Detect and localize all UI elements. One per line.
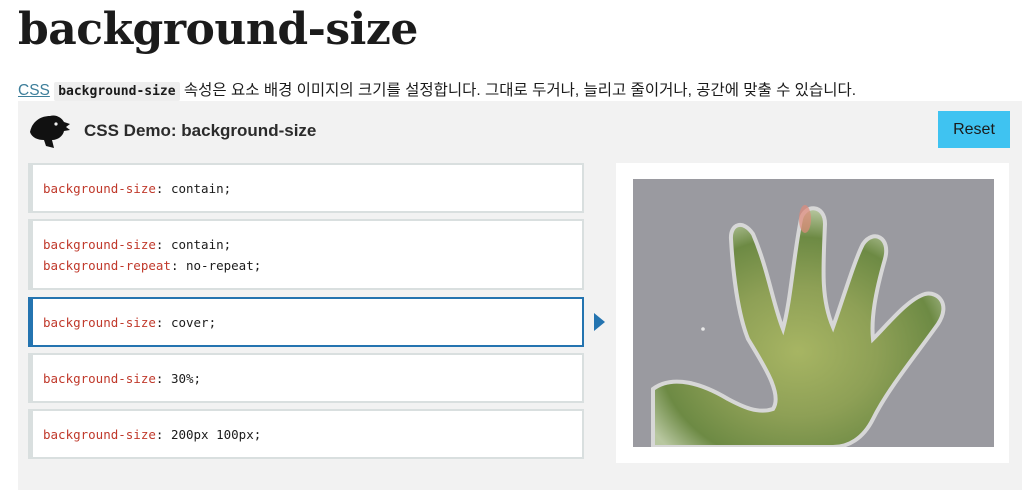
- css-choice-2[interactable]: background-size: contain; background-repe…: [28, 219, 584, 290]
- inline-code: background-size: [54, 82, 180, 101]
- code-line: background-size: cover;: [43, 312, 582, 333]
- css-value: : 200px 100px;: [155, 426, 262, 442]
- css-link[interactable]: CSS: [18, 82, 50, 99]
- hand-cutout-image: [633, 179, 994, 447]
- code-line: background-size: 200px 100px;: [43, 424, 582, 445]
- css-property: background-size: [43, 236, 156, 252]
- css-value: : 30%;: [155, 370, 202, 386]
- css-value: : contain;: [155, 236, 232, 252]
- interactive-demo: CSS Demo: background-size Reset backgrou…: [18, 101, 1022, 490]
- css-property: background-size: [43, 426, 156, 442]
- css-property: background-repeat: [43, 257, 171, 273]
- css-value: : no-repeat;: [170, 257, 262, 273]
- css-property: background-size: [43, 370, 156, 386]
- css-choice-1[interactable]: background-size: contain;: [28, 163, 584, 213]
- css-choice-4[interactable]: background-size: 30%;: [28, 353, 584, 403]
- css-choice-3[interactable]: background-size: cover;: [28, 297, 584, 347]
- css-property: background-size: [43, 180, 156, 196]
- code-line: background-size: 30%;: [43, 368, 582, 389]
- css-value: : contain;: [155, 180, 232, 196]
- dinosaur-head-icon: [30, 115, 70, 148]
- demo-header: CSS Demo: background-size: [28, 111, 316, 151]
- page-title: background-size: [18, 4, 418, 55]
- intro-text: 속성은 요소 배경 이미지의 크기를 설정합니다. 그대로 두거나, 늘리고 줄…: [179, 82, 857, 99]
- intro-paragraph: CSS background-size 속성은 요소 배경 이미지의 크기를 설…: [18, 78, 857, 101]
- output-panel: [616, 163, 1009, 463]
- demo-title: CSS Demo: background-size: [84, 121, 317, 140]
- code-line: background-size: contain;: [43, 178, 582, 199]
- code-line: background-repeat: no-repeat;: [43, 255, 582, 276]
- css-choice-5[interactable]: background-size: 200px 100px;: [28, 409, 584, 459]
- selected-arrow-icon: [594, 313, 605, 331]
- css-property: background-size: [43, 314, 156, 330]
- code-line: background-size: contain;: [43, 234, 582, 255]
- css-value: : cover;: [155, 314, 217, 330]
- reset-button[interactable]: Reset: [938, 111, 1010, 148]
